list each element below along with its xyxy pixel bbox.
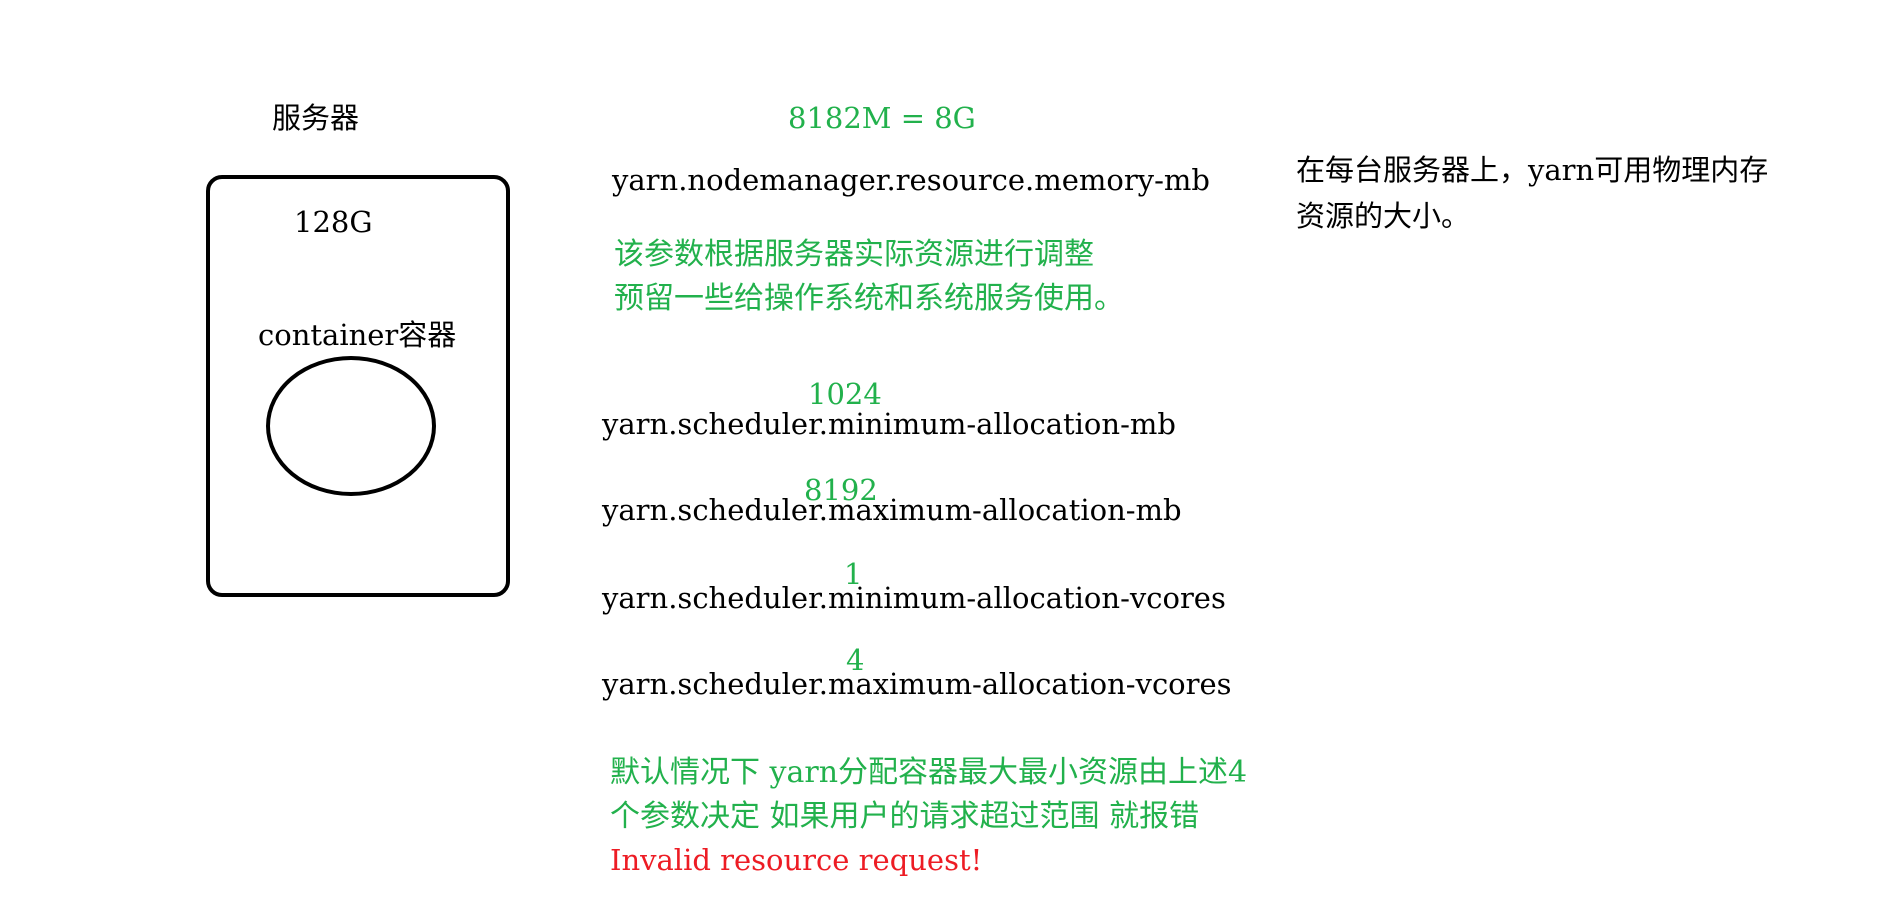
nodemanager-note-line2: 预留一些给操作系统和系统服务使用。 [614, 281, 1124, 316]
summary-line1: 默认情况下 yarn分配容器最大最小资源由上述4 [610, 755, 1248, 790]
scheduler-param: yarn.scheduler.minimum-allocation-mb [602, 407, 1176, 441]
nodemanager-note-line1: 该参数根据服务器实际资源进行调整 [614, 237, 1094, 272]
error-message: Invalid resource request! [610, 843, 983, 877]
memory-equation: 8182M = 8G [788, 101, 976, 135]
container-circle [266, 356, 436, 496]
server-memory-label: 128G [294, 205, 373, 239]
scheduler-param: yarn.scheduler.maximum-allocation-mb [602, 493, 1182, 527]
container-label: container容器 [258, 318, 457, 352]
scheduler-value: 1024 [808, 377, 882, 411]
server-title: 服务器 [272, 101, 360, 135]
nodemanager-param: yarn.nodemanager.resource.memory-mb [612, 163, 1210, 197]
nodemanager-description-line2: 资源的大小。 [1296, 199, 1471, 233]
scheduler-param: yarn.scheduler.minimum-allocation-vcores [602, 581, 1226, 615]
scheduler-param: yarn.scheduler.maximum-allocation-vcores [602, 667, 1232, 701]
nodemanager-description-line1: 在每台服务器上，yarn可用物理内存 [1296, 153, 1769, 187]
summary-line2: 个参数决定 如果用户的请求超过范围 就报错 [610, 799, 1200, 834]
